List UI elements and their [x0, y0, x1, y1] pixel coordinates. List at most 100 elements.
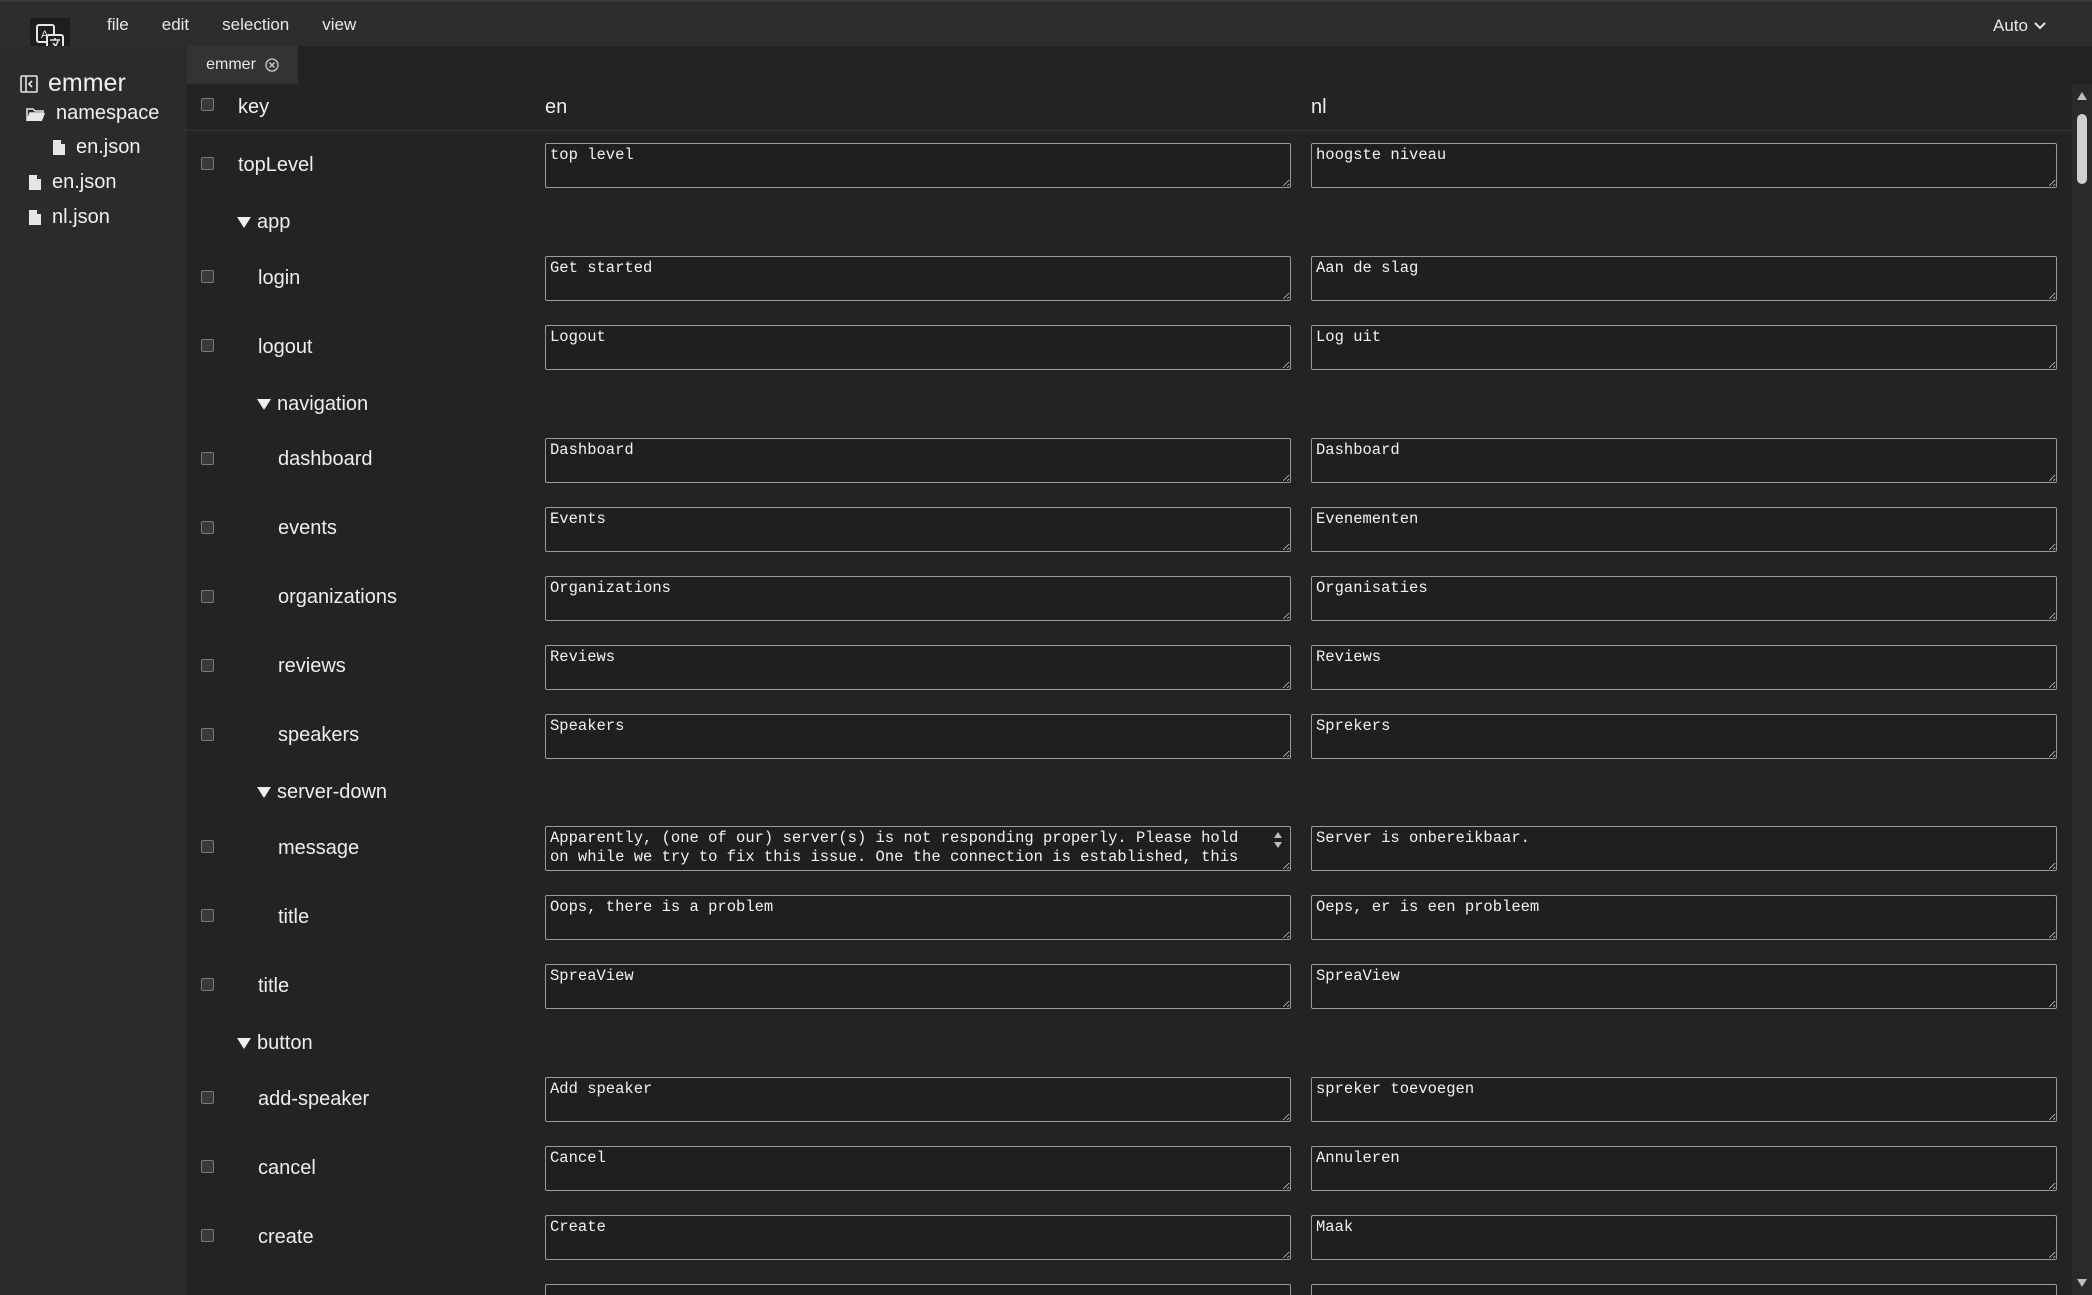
scroll-down-icon[interactable]: [2077, 1279, 2087, 1287]
caret-down-icon: [237, 1038, 251, 1049]
nl-translation-field[interactable]: Sprekers: [1311, 714, 2057, 759]
nl-translation-field[interactable]: Reviews: [1311, 645, 2057, 690]
group-label: server-down: [277, 781, 388, 803]
nl-translation-field[interactable]: Oeps, er is een probleem: [1311, 895, 2057, 940]
en-translation-field[interactable]: Reviews: [545, 645, 1291, 690]
nl-translation-field[interactable]: Log uit: [1311, 325, 2057, 370]
group-toggle-app[interactable]: app: [237, 211, 290, 234]
tab-strip: emmer: [187, 46, 2092, 84]
row-checkbox[interactable]: [201, 521, 214, 534]
nl-translation-field[interactable]: Evenementen: [1311, 507, 2057, 552]
row-checkbox[interactable]: [201, 270, 214, 283]
key-label: reviews: [278, 655, 346, 677]
caret-down-icon: [257, 399, 271, 410]
group-toggle-navigation[interactable]: navigation: [257, 393, 368, 416]
row-checkbox[interactable]: [201, 157, 214, 170]
row-checkbox[interactable]: [201, 1091, 214, 1104]
tree-folder-namespace[interactable]: namespace: [26, 102, 159, 125]
en-translation-field[interactable]: Logout: [545, 325, 1291, 370]
caret-down-icon: [237, 217, 251, 228]
key-label: topLevel: [238, 154, 314, 176]
row-checkbox[interactable]: [201, 840, 214, 853]
file-icon: [29, 175, 41, 190]
file-icon: [29, 210, 41, 225]
menu-edit[interactable]: edit: [162, 15, 189, 35]
row-checkbox[interactable]: [201, 452, 214, 465]
en-translation-field[interactable]: [545, 1284, 1291, 1295]
tree-file-en[interactable]: en.json: [28, 171, 117, 194]
nl-translation-field[interactable]: Dashboard: [1311, 438, 2057, 483]
row-checkbox[interactable]: [201, 1160, 214, 1173]
en-translation-field[interactable]: Events: [545, 507, 1291, 552]
chevron-down-icon: [2034, 22, 2046, 30]
textarea-scroll-arrows[interactable]: [1270, 828, 1288, 854]
key-label: events: [278, 517, 337, 539]
en-translation-field[interactable]: Create: [545, 1215, 1291, 1260]
tree-root-label: emmer: [48, 69, 126, 97]
row-checkbox[interactable]: [201, 590, 214, 603]
nl-translation-field[interactable]: Server is onbereikbaar.: [1311, 826, 2057, 871]
nl-translation-field[interactable]: Aan de slag: [1311, 256, 2057, 301]
collapse-panel-icon[interactable]: [20, 74, 38, 93]
vertical-scrollbar[interactable]: [2072, 84, 2092, 1295]
en-translation-field[interactable]: Organizations: [545, 576, 1291, 621]
nl-translation-field[interactable]: Annuleren: [1311, 1146, 2057, 1191]
tree-root-emmer[interactable]: emmer: [20, 69, 126, 98]
en-translation-field[interactable]: Apparently, (one of our) server(s) is no…: [545, 826, 1291, 871]
en-translation-field[interactable]: Cancel: [545, 1146, 1291, 1191]
en-translation-field[interactable]: Speakers: [545, 714, 1291, 759]
en-translation-field[interactable]: SpreaView: [545, 964, 1291, 1009]
tree-file-label: en.json: [76, 136, 141, 158]
en-translation-field[interactable]: top level: [545, 143, 1291, 188]
menu-selection[interactable]: selection: [222, 15, 289, 35]
menu-file[interactable]: file: [107, 15, 129, 35]
en-translation-field[interactable]: Add speaker: [545, 1077, 1291, 1122]
tree-file-namespace-en[interactable]: en.json: [52, 136, 141, 159]
column-header-key: key: [238, 96, 270, 118]
nl-translation-field[interactable]: SpreaView: [1311, 964, 2057, 1009]
menu-view[interactable]: view: [322, 15, 356, 35]
column-header-en: en: [545, 96, 568, 118]
nl-translation-field[interactable]: Organisaties: [1311, 576, 2057, 621]
row-checkbox[interactable]: [201, 339, 214, 352]
group-toggle-server-down[interactable]: server-down: [257, 781, 387, 804]
tab-emmer[interactable]: emmer: [187, 46, 298, 84]
row-checkbox[interactable]: [201, 909, 214, 922]
nl-translation-field[interactable]: [1311, 1284, 2057, 1295]
nl-translation-field[interactable]: Maak: [1311, 1215, 2057, 1260]
scrollbar-thumb[interactable]: [2077, 114, 2087, 184]
scroll-down-icon: [1274, 842, 1282, 848]
group-toggle-button[interactable]: button: [237, 1032, 313, 1055]
menu-bar: A file edit selection view Auto: [0, 0, 2092, 58]
close-icon[interactable]: [265, 58, 279, 72]
nl-translation-field[interactable]: spreker toevoegen: [1311, 1077, 2057, 1122]
file-icon: [53, 140, 65, 155]
row-checkbox[interactable]: [201, 728, 214, 741]
tree-file-label: nl.json: [52, 206, 110, 228]
group-label: navigation: [277, 393, 369, 415]
key-label: organizations: [278, 586, 397, 608]
en-translation-field[interactable]: Oops, there is a problem: [545, 895, 1291, 940]
select-all-checkbox[interactable]: [201, 98, 214, 111]
en-translation-field[interactable]: Get started: [545, 256, 1291, 301]
group-label: button: [257, 1032, 313, 1054]
scroll-up-icon[interactable]: [2077, 92, 2087, 100]
key-label: add-speaker: [258, 1088, 370, 1110]
key-label: title: [278, 906, 310, 928]
row-checkbox[interactable]: [201, 659, 214, 672]
column-header-nl: nl: [1311, 96, 1327, 118]
en-translation-field[interactable]: Dashboard: [545, 438, 1291, 483]
table-header: key en nl: [187, 84, 2072, 131]
tree-file-nl[interactable]: nl.json: [28, 206, 110, 229]
row-checkbox[interactable]: [201, 1229, 214, 1242]
translation-table: key en nl topLevel top level hoogste niv…: [187, 84, 2072, 1295]
key-label: title: [258, 975, 290, 997]
auto-dropdown[interactable]: Auto: [1993, 16, 2046, 36]
row-checkbox[interactable]: [201, 978, 214, 991]
nl-translation-field[interactable]: hoogste niveau: [1311, 143, 2057, 188]
key-label: dashboard: [278, 448, 373, 470]
key-label: message: [278, 837, 360, 859]
key-label: logout: [258, 336, 313, 358]
open-folder-icon: [26, 107, 45, 121]
key-label: cancel: [258, 1157, 316, 1179]
